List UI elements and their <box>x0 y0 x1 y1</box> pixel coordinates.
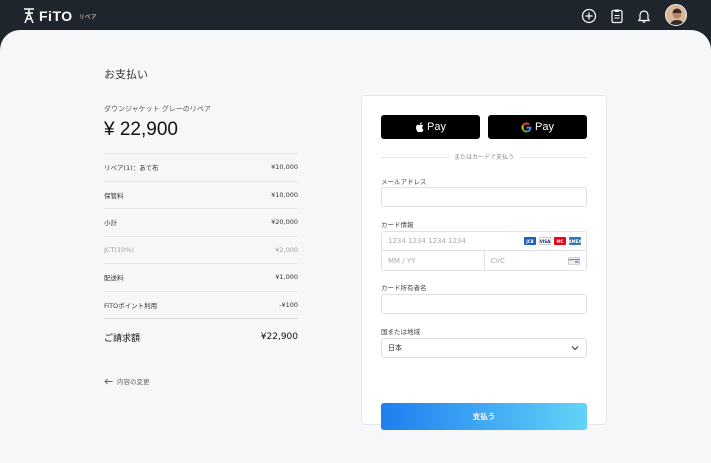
user-avatar[interactable] <box>665 4 687 26</box>
line-item: JCT(10%) ¥2,000 <box>104 235 298 264</box>
logo-text: FiTO <box>39 8 73 24</box>
cvc-card-icon <box>568 257 580 265</box>
google-logo-icon <box>521 122 532 132</box>
cvc-placeholder: CVC <box>490 256 506 265</box>
expiry-field[interactable]: MM / YY <box>382 251 485 270</box>
order-summary: お支払い ダウンジャケット グレーのリペア ¥ 22,900 リペア(1)：あて… <box>104 66 298 355</box>
line-item: FiTOポイント利用 -¥100 <box>104 290 298 319</box>
chevron-down-icon <box>571 346 579 351</box>
person-photo-icon <box>666 5 686 25</box>
top-bar: FiTO リペア <box>0 0 711 32</box>
line-item: 小計 ¥20,000 <box>104 208 298 236</box>
main-content: お支払い ダウンジャケット グレーのリペア ¥ 22,900 リペア(1)：あて… <box>0 30 711 463</box>
pay-submit-button[interactable]: 支払う <box>381 403 587 430</box>
or-divider: またはカードで支払う <box>381 152 587 162</box>
change-order-link[interactable]: 内容の変更 <box>104 376 150 386</box>
page-title: お支払い <box>104 68 148 81</box>
country-value: 日本 <box>388 344 402 352</box>
line-value: ¥10,000 <box>271 190 298 199</box>
clipboard-icon[interactable] <box>609 8 625 24</box>
arrow-left-icon <box>104 378 113 384</box>
apple-pay-button[interactable]: Pay <box>381 115 480 139</box>
bell-icon[interactable] <box>636 8 652 24</box>
line-value: ¥1,000 <box>275 273 298 282</box>
card-number-placeholder: 1234 1234 1234 1234 <box>388 237 466 245</box>
line-value: ¥10,000 <box>271 163 298 172</box>
total-row: ご請求額 ¥22,900 <box>104 318 298 355</box>
pay-submit-label: 支払う <box>472 412 496 421</box>
line-value: ¥2,000 <box>275 245 298 254</box>
google-pay-label: Pay <box>535 121 554 133</box>
logo-subtitle: リペア <box>78 13 97 21</box>
fito-logo[interactable]: FiTO リペア <box>22 7 97 25</box>
country-label: 国または地域 <box>381 328 420 336</box>
cvc-field[interactable]: CVC <box>485 251 587 270</box>
total-label: ご請求額 <box>104 333 141 344</box>
line-label: 小計 <box>104 219 117 228</box>
line-value: -¥100 <box>279 300 298 309</box>
line-label: 配送料 <box>104 274 124 283</box>
apple-logo-icon <box>416 122 424 132</box>
total-value: ¥22,900 <box>260 332 298 342</box>
card-brands: JCB VISA MC AMEX <box>524 237 581 245</box>
price-breakdown: リペア(1)：あて布 ¥10,000 保管料 ¥10,000 小計 ¥20,00… <box>104 153 298 355</box>
country-select[interactable]: 日本 <box>381 338 587 358</box>
expiry-placeholder: MM / YY <box>388 256 416 265</box>
line-label: FiTOポイント利用 <box>104 301 158 310</box>
card-number-field[interactable]: 1234 1234 1234 1234 JCB VISA MC AMEX <box>381 231 587 251</box>
jcb-icon: JCB <box>524 237 536 245</box>
product-name: ダウンジャケット グレーのリペア <box>104 105 211 113</box>
line-item: 保管料 ¥10,000 <box>104 180 298 209</box>
line-item: 配送料 ¥1,000 <box>104 263 298 291</box>
mastercard-icon: MC <box>554 237 566 245</box>
line-label: リペア(1)：あて布 <box>104 164 159 173</box>
email-field[interactable] <box>381 187 587 207</box>
plus-circle-icon[interactable] <box>581 8 597 24</box>
line-label: 保管料 <box>104 191 124 200</box>
price-total: ¥ 22,900 <box>104 119 178 140</box>
line-value: ¥20,000 <box>271 218 298 227</box>
line-label: JCT(10%) <box>104 245 134 254</box>
change-order-label: 内容の変更 <box>117 378 150 386</box>
card-expiry-cvc-row: MM / YY CVC <box>381 251 587 271</box>
visa-icon: VISA <box>539 237 551 245</box>
card-info-label: カード情報 <box>381 221 414 229</box>
apple-pay-label: Pay <box>427 121 446 133</box>
cardholder-label: カード所有者名 <box>381 284 427 292</box>
google-pay-button[interactable]: Pay <box>488 115 587 139</box>
amex-icon: AMEX <box>568 237 582 245</box>
hanger-logo-icon <box>24 8 34 24</box>
line-item: リペア(1)：あて布 ¥10,000 <box>104 153 298 181</box>
email-label: メールアドレス <box>381 178 427 186</box>
payment-card: Pay Pay またはカードで支払う メールアドレス カード情報 1234 12… <box>361 95 607 430</box>
cardholder-field[interactable] <box>381 294 587 314</box>
divider-text: またはカードで支払う <box>448 152 520 161</box>
